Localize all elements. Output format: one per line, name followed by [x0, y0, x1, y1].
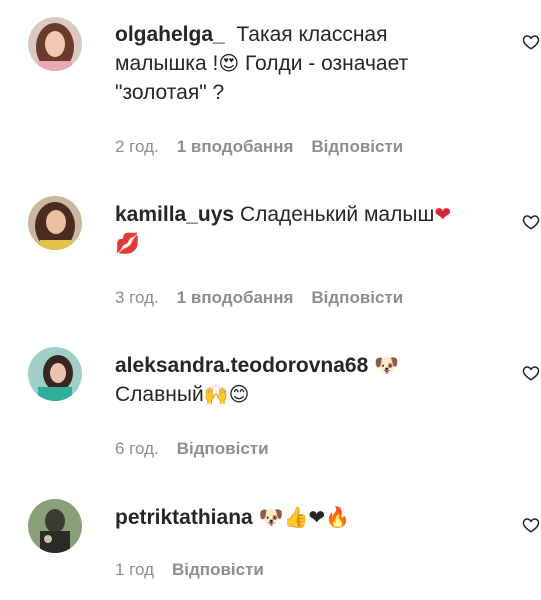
comment-text: Сладенький малыш: [239, 203, 435, 226]
heart-emoji-icon: ❤: [434, 202, 452, 226]
comment-meta: 2 год. 1 вподобання Відповісти: [115, 137, 403, 157]
avatar[interactable]: [28, 499, 82, 553]
reply-button[interactable]: Відповісти: [172, 560, 264, 580]
comment-text: Славный: [115, 383, 204, 406]
avatar[interactable]: [28, 17, 82, 71]
comment-time: 1 год: [115, 560, 155, 579]
like-heart-icon[interactable]: [522, 33, 540, 51]
dog-face-emoji-icon: 🐶: [374, 353, 400, 377]
comment-username[interactable]: kamilla_uys: [115, 203, 234, 226]
raised-hands-smile-emoji-icon: 🙌😊: [203, 382, 250, 406]
comment-time: 2 год.: [115, 137, 159, 156]
reply-button[interactable]: Відповісти: [311, 137, 403, 157]
heart-eyes-emoji-icon: 😍: [218, 51, 240, 75]
comment-text: Голди - означает: [245, 52, 409, 75]
comment-meta: 6 год. Відповісти: [115, 439, 269, 459]
comment-text: Такая классная: [236, 23, 388, 46]
avatar[interactable]: [28, 347, 82, 401]
comment-username[interactable]: petriktathiana: [115, 506, 253, 529]
reply-button[interactable]: Відповісти: [311, 288, 403, 308]
dog-thumbsup-heart-fire-emoji-icon: 🐶👍❤🔥: [258, 505, 351, 529]
comment-meta: 1 год Відповісти: [115, 560, 264, 580]
like-heart-icon[interactable]: [522, 213, 540, 231]
comment-text: малышка !: [115, 52, 219, 75]
comment-username[interactable]: olgahelga_: [115, 23, 225, 46]
comment-time: 6 год.: [115, 439, 159, 458]
likes-count-button[interactable]: 1 вподобання: [177, 288, 294, 308]
kiss-mark-emoji-icon: 💋: [115, 231, 140, 255]
comment-meta: 3 год. 1 вподобання Відповісти: [115, 288, 403, 308]
reply-button[interactable]: Відповісти: [177, 439, 269, 459]
avatar[interactable]: [28, 196, 82, 250]
like-heart-icon[interactable]: [522, 364, 540, 382]
likes-count-button[interactable]: 1 вподобання: [177, 137, 294, 157]
comment-time: 3 год.: [115, 288, 159, 307]
comment-text: "золотая" ?: [115, 81, 225, 104]
comment-username[interactable]: aleksandra.teodorovna68: [115, 354, 368, 377]
like-heart-icon[interactable]: [522, 516, 540, 534]
